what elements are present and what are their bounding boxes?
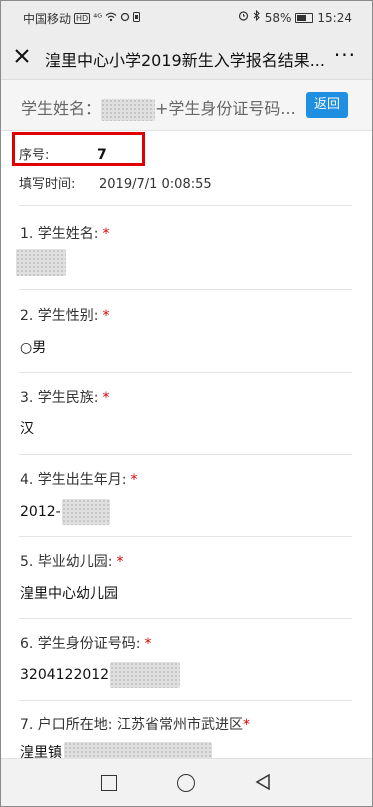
battery-icon bbox=[295, 12, 314, 23]
notification-icon bbox=[133, 11, 141, 26]
fill-time-row: 填写时间: 2019/7/1 0:08:55 bbox=[19, 173, 212, 192]
birthdate-text: 2012- bbox=[20, 504, 61, 520]
field-label-text: 3. 学生民族: bbox=[20, 390, 99, 406]
field-student-name-value bbox=[16, 249, 66, 276]
field-ethnicity-value: 汉 bbox=[20, 421, 34, 437]
fill-time-label: 填写时间: bbox=[19, 177, 76, 192]
redacted-address-mask bbox=[64, 742, 212, 758]
divider bbox=[19, 289, 352, 290]
redacted-name-mask bbox=[101, 98, 156, 121]
status-bar: 中国移动 HD ⁴ᴳ 58% 15:24 bbox=[1, 1, 372, 35]
field-label-text: 6. 学生身份证号码: bbox=[20, 636, 141, 652]
field-kindergarten-label: 5. 毕业幼儿园: * bbox=[20, 551, 124, 571]
field-label-text: 7. 户口所在地: 江苏省常州市武进区 bbox=[20, 717, 243, 733]
title-bar: 湟里中心小学2019新生入学报名结果... ··· bbox=[1, 35, 372, 80]
highlight-box bbox=[12, 132, 145, 166]
required-mark: * bbox=[144, 636, 152, 652]
field-id-number-label: 6. 学生身份证号码: * bbox=[20, 633, 152, 653]
redacted-date-mask bbox=[61, 499, 110, 525]
bluetooth-icon bbox=[253, 9, 261, 25]
sync-icon bbox=[120, 12, 130, 26]
redacted-id-mask bbox=[110, 662, 181, 688]
more-menu-icon[interactable]: ··· bbox=[334, 43, 356, 67]
result-content: 序号: 7 填写时间: 2019/7/1 0:08:55 1. 学生姓名: * 2. … bbox=[1, 131, 372, 758]
divider bbox=[19, 536, 352, 537]
clock-time: 15:24 bbox=[317, 10, 352, 25]
page-title: 湟里中心小学2019新生入学报名结果... bbox=[45, 51, 325, 70]
divider bbox=[19, 205, 352, 206]
required-mark: * bbox=[102, 308, 110, 324]
field-student-name-label: 1. 学生姓名: * bbox=[20, 223, 110, 243]
field-gender-label: 2. 学生性别: * bbox=[20, 305, 110, 325]
home-icon[interactable] bbox=[177, 774, 195, 792]
recent-apps-icon[interactable] bbox=[101, 775, 117, 791]
divider bbox=[19, 700, 352, 701]
field-kindergarten-value: 湟里中心幼儿园 bbox=[20, 586, 118, 602]
fill-time-value: 2019/7/1 0:08:55 bbox=[99, 177, 212, 192]
search-query[interactable]: 学生姓名： +学生身份证号码... bbox=[21, 95, 296, 121]
search-bar: 学生姓名： +学生身份证号码... 返回 bbox=[1, 80, 372, 131]
field-label-text: 2. 学生性别: bbox=[20, 308, 99, 324]
field-label-text: 5. 毕业幼儿园: bbox=[20, 554, 113, 570]
field-label-text: 4. 学生出生年月: bbox=[20, 472, 127, 488]
back-nav-icon[interactable] bbox=[255, 773, 271, 795]
id-number-text: 3204122012 bbox=[20, 667, 110, 683]
status-right: 58% 15:24 bbox=[238, 9, 352, 25]
required-mark: * bbox=[242, 717, 250, 733]
phone-screen: 中国移动 HD ⁴ᴳ 58% 15:24 湟里中心小学2019新生入学报名结果.… bbox=[0, 0, 373, 807]
battery-percent: 58% bbox=[264, 10, 292, 25]
divider bbox=[19, 372, 352, 373]
alarm-icon bbox=[238, 10, 249, 25]
required-mark: * bbox=[130, 472, 138, 488]
field-ethnicity-label: 3. 学生民族: * bbox=[20, 387, 110, 407]
status-left: 中国移动 HD ⁴ᴳ bbox=[23, 10, 141, 27]
close-icon[interactable] bbox=[11, 45, 33, 67]
back-button[interactable]: 返回 bbox=[306, 92, 348, 118]
household-text: 湟里镇 bbox=[20, 745, 62, 758]
signal-icon: ⁴ᴳ bbox=[93, 12, 103, 24]
wifi-icon bbox=[105, 12, 117, 26]
carrier-name: 中国移动 bbox=[23, 12, 72, 26]
system-nav-bar bbox=[1, 758, 372, 806]
field-birthdate-label: 4. 学生出生年月: * bbox=[20, 469, 138, 489]
required-mark: * bbox=[116, 554, 124, 570]
field-household-label: 7. 户口所在地: 江苏省常州市武进区* bbox=[20, 714, 250, 734]
required-mark: * bbox=[102, 226, 110, 242]
divider bbox=[19, 454, 352, 455]
search-prefix: 学生姓名： bbox=[21, 99, 102, 118]
field-id-number-value: 3204122012 bbox=[20, 662, 181, 688]
field-household-value: 湟里镇 bbox=[20, 742, 212, 758]
field-label-text: 1. 学生姓名: bbox=[20, 226, 99, 242]
search-suffix: +学生身份证号码... bbox=[155, 99, 296, 118]
required-mark: * bbox=[102, 390, 110, 406]
redacted-name-mask bbox=[16, 249, 66, 276]
divider bbox=[19, 618, 352, 619]
hd-badge-icon: HD bbox=[74, 13, 91, 24]
field-gender-value: ○男 bbox=[20, 340, 47, 356]
field-birthdate-value: 2012- bbox=[20, 499, 110, 525]
